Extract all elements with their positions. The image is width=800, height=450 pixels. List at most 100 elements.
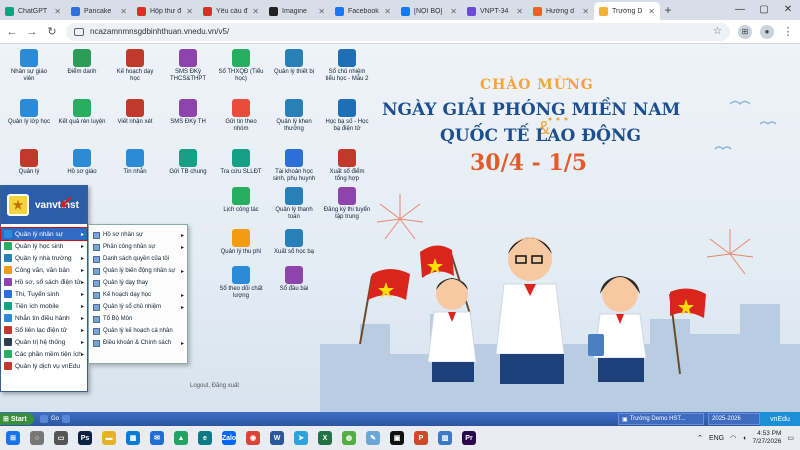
windows-start-icon[interactable]: ⊞ xyxy=(6,431,20,445)
app-shortcut[interactable]: Tài khoản học sinh, phụ huynh xyxy=(270,149,318,183)
app-shortcut[interactable]: Sổ đầu bài xyxy=(270,266,318,293)
start-menu-item[interactable]: Quản lý học sinh ▸ xyxy=(1,240,87,252)
app-shortcut[interactable]: SMS ĐKỳ TH xyxy=(164,99,212,126)
search-icon[interactable]: ○ xyxy=(30,431,44,445)
app-shortcut[interactable]: Gửi TB chung xyxy=(164,149,212,176)
new-tab-icon[interactable]: + xyxy=(660,3,676,17)
taskview-icon[interactable]: ▭ xyxy=(54,431,68,445)
browser-tab[interactable]: Hướng d ✕ xyxy=(528,2,594,20)
browser-tab[interactable]: VNPT-34 ✕ xyxy=(462,2,528,20)
powerpoint-icon[interactable]: P xyxy=(414,431,428,445)
start-menu-item[interactable]: Tiện ích mobile ▸ xyxy=(1,300,87,312)
app-shortcut[interactable]: Điểm danh xyxy=(58,49,106,76)
app-shortcut[interactable]: Nhân sự giáo viên xyxy=(5,49,53,83)
explorer-icon[interactable]: ▬ xyxy=(102,431,116,445)
quicklaunch-icon-2[interactable] xyxy=(62,415,71,423)
app-shortcut[interactable]: Viết nhận xét xyxy=(111,99,159,126)
premiere-icon[interactable]: Pr xyxy=(462,431,476,445)
app-shortcut[interactable]: Kết quả rèn luyện xyxy=(58,99,106,126)
photoshop-icon[interactable]: Ps xyxy=(78,431,92,445)
tab-close-icon[interactable]: ✕ xyxy=(582,7,589,16)
submenu-item[interactable]: Điều khoản & Chính sách ▸ xyxy=(89,337,187,349)
app-shortcut[interactable]: Học bạ số - Học bạ điện tử xyxy=(323,99,371,133)
zalo-icon[interactable]: Zalo xyxy=(222,431,236,445)
app-shortcut[interactable]: Quản lý lớp học xyxy=(5,99,53,126)
app-shortcut[interactable]: Tin nhắn xyxy=(111,149,159,176)
start-menu-item[interactable]: Quản trị hệ thống ▸ xyxy=(1,336,87,348)
extensions-icon[interactable]: ⊞ xyxy=(738,24,752,39)
quicklaunch-label[interactable]: Go xyxy=(51,416,59,422)
tab-close-icon[interactable]: ✕ xyxy=(516,7,523,16)
tab-close-icon[interactable]: ✕ xyxy=(648,7,655,16)
notepad-icon[interactable]: ✎ xyxy=(366,431,380,445)
browser-tab[interactable]: [NỘI BỘ] ✕ xyxy=(396,2,462,20)
tab-close-icon[interactable]: ✕ xyxy=(54,7,61,16)
submenu-item[interactable]: Quản lý biến động nhân sự ▸ xyxy=(89,265,187,277)
app-shortcut[interactable]: Xuất sổ học bạ xyxy=(270,229,318,256)
word-icon[interactable]: W xyxy=(270,431,284,445)
browser-tab[interactable]: ChatGPT ✕ xyxy=(0,2,66,20)
maximize-icon[interactable]: ▢ xyxy=(752,0,776,20)
back-icon[interactable]: ← xyxy=(6,26,18,38)
tab-close-icon[interactable]: ✕ xyxy=(450,7,457,16)
app-shortcut[interactable]: Quản lý thanh toán xyxy=(270,187,318,221)
start-menu-item[interactable]: Nhắn tin điều hành ▸ xyxy=(1,312,87,324)
start-menu-item[interactable]: Các phần mềm tiện ích ▸ xyxy=(1,348,87,360)
submenu-item[interactable]: Quản lý dạy thay xyxy=(89,277,187,289)
app-shortcut[interactable]: Sổ chủ nhiệm tiểu học - Mẫu 2 xyxy=(323,49,371,83)
tab-close-icon[interactable]: ✕ xyxy=(384,7,391,16)
browser-tab[interactable]: Facebook ✕ xyxy=(330,2,396,20)
app-shortcut[interactable]: Quản lý thiết bị xyxy=(270,49,318,76)
forward-icon[interactable]: → xyxy=(26,26,38,38)
browser-tab[interactable]: Hộp thư đ ✕ xyxy=(132,2,198,20)
app-shortcut[interactable]: Hồ sơ giáo xyxy=(58,149,106,176)
start-menu-item[interactable]: Hồ sơ, sổ sách điện tử ▸ xyxy=(1,276,87,288)
taskbar-window-button[interactable]: ▣ Trường Demo HST... xyxy=(618,413,705,425)
excel-icon[interactable]: X xyxy=(318,431,332,445)
quicklaunch-icon[interactable] xyxy=(40,415,48,423)
drive-icon[interactable]: ▲ xyxy=(174,431,188,445)
volume-icon[interactable]: ◖ xyxy=(742,435,746,442)
telegram-icon[interactable]: ➤ xyxy=(294,431,308,445)
app-shortcut[interactable]: Đăng ký thi tuyển tập trung xyxy=(323,187,371,221)
app-shortcut[interactable]: SMS ĐKỳ THCS&THPT xyxy=(164,49,212,83)
submenu-item[interactable]: Hồ sơ nhân sự ▸ xyxy=(89,229,187,241)
tab-close-icon[interactable]: ✕ xyxy=(252,7,259,16)
minimize-icon[interactable]: — xyxy=(728,0,752,20)
app-shortcut[interactable]: Lịch công tác xyxy=(217,187,265,214)
reload-icon[interactable]: ↻ xyxy=(46,25,58,38)
app-shortcut[interactable]: Quản lý thu phí xyxy=(217,229,265,256)
chrome-icon[interactable]: ◉ xyxy=(246,431,260,445)
app-shortcut[interactable]: Kế hoạch dạy học xyxy=(111,49,159,83)
submenu-item[interactable]: Quản lý kế hoạch cá nhân xyxy=(89,325,187,337)
submenu-item[interactable]: Tổ Bộ Môn xyxy=(89,313,187,325)
app-shortcut[interactable]: Gửi tin theo nhóm xyxy=(217,99,265,133)
app-shortcut[interactable]: Sổ theo dõi chất lượng xyxy=(217,266,265,300)
submenu-item[interactable]: Danh sách quyền của tôi xyxy=(89,253,187,265)
close-icon[interactable]: ✕ xyxy=(776,0,800,20)
submenu-item[interactable]: Phân công nhân sự ▸ xyxy=(89,241,187,253)
url-input[interactable]: ncazamnmnsgdbinhthuan.vnedu.vn/v5/ ☆ xyxy=(66,22,730,41)
browser-tab[interactable]: Imagine ✕ xyxy=(264,2,330,20)
start-menu-item[interactable]: Công văn, văn bản ▸ xyxy=(1,264,87,276)
profile-avatar[interactable]: ● xyxy=(760,24,774,39)
mail-icon[interactable]: ✉ xyxy=(150,431,164,445)
start-button[interactable]: ⊞ Start xyxy=(0,413,34,425)
clock[interactable]: 4:53 PM 7/27/2026 xyxy=(752,430,781,446)
app-shortcut[interactable]: Tra cứu SLLĐT xyxy=(217,149,265,176)
wifi-icon[interactable]: ◠ xyxy=(730,434,736,442)
site-info-icon[interactable] xyxy=(74,27,84,36)
chevron-up-icon[interactable]: ⌃ xyxy=(697,434,703,442)
notification-icon[interactable]: ▭ xyxy=(787,434,794,442)
school-year-button[interactable]: 2025-2026 xyxy=(708,413,761,425)
language-indicator[interactable]: ENG xyxy=(709,435,724,442)
start-menu-item[interactable]: Sổ liên lạc điện tử ▸ xyxy=(1,324,87,336)
menu-kebab-icon[interactable]: ⋮ xyxy=(782,25,794,38)
app-shortcut[interactable]: Quản lý xyxy=(5,149,53,176)
start-menu-item[interactable]: Thi, Tuyển sinh ▸ xyxy=(1,288,87,300)
edge-icon[interactable]: e xyxy=(198,431,212,445)
start-menu-item[interactable]: Quản lý nhân sự ▸ xyxy=(0,227,88,241)
browser-tab[interactable]: Trường D ✕ xyxy=(594,2,660,20)
browser-tab[interactable]: Yêu cầu đ ✕ xyxy=(198,2,264,20)
tab-close-icon[interactable]: ✕ xyxy=(186,7,193,16)
